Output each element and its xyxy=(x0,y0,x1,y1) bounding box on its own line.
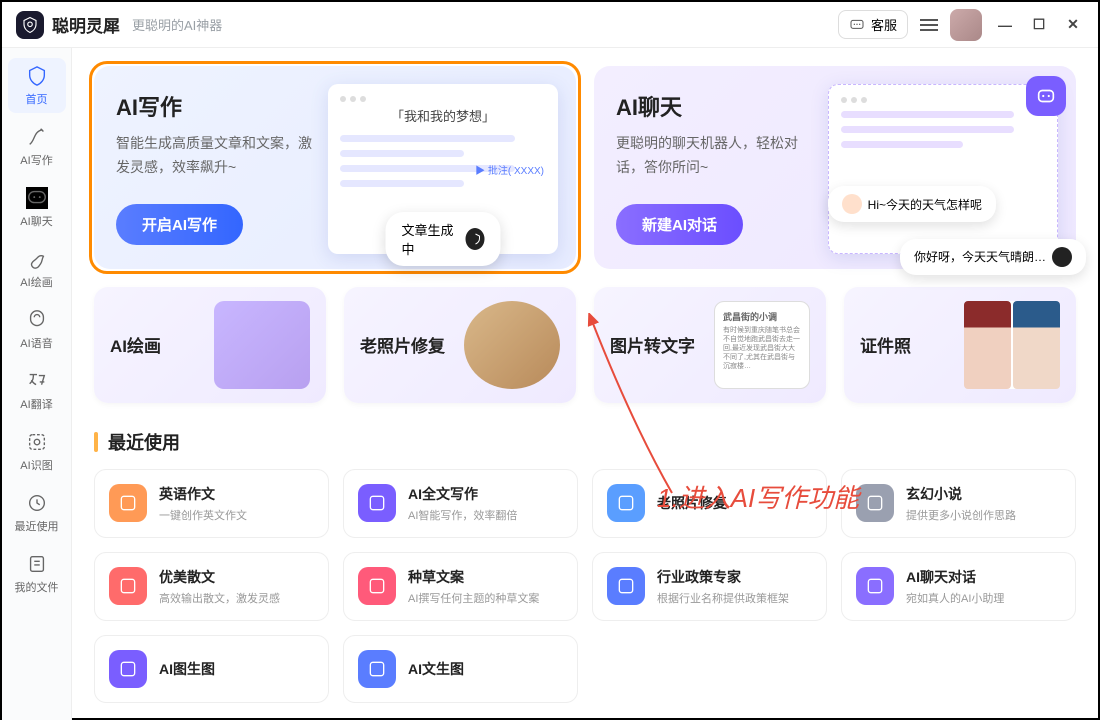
hero-write-title: AI写作 xyxy=(116,90,313,122)
recent-novel[interactable]: 玄幻小说提供更多小说创作思路 xyxy=(841,469,1076,538)
ocr-icon xyxy=(25,430,49,454)
chat-preview-window xyxy=(828,84,1058,254)
sidebar-item-files[interactable]: 我的文件 xyxy=(8,546,66,601)
sidebar-item-chat[interactable]: AI聊天 xyxy=(8,180,66,235)
feature-row: AI绘画老照片修复图片转文字武昌街的小调有时候到重庆随笔书总会不自觉地跑武昌街去… xyxy=(94,287,1076,403)
sidebar-item-home[interactable]: 首页 xyxy=(8,58,66,113)
photo-thumb xyxy=(464,301,560,389)
new-chat-button[interactable]: 新建AI对话 xyxy=(616,204,743,245)
recent-img2img[interactable]: AI图生图 xyxy=(94,635,329,703)
app-name: 聪明灵犀 xyxy=(52,12,120,37)
paint-icon xyxy=(25,247,49,271)
recent-prose[interactable]: 优美散文高效输出散文，激发灵感 xyxy=(94,552,329,621)
chat-bubble-user: Hi~今天的天气怎样呢 xyxy=(828,186,996,222)
recent-icon xyxy=(607,567,645,605)
recent-icon xyxy=(856,567,894,605)
ocr-thumb: 武昌街的小调有时候到重庆随笔书总会不自觉地跑武昌街去走一回,最近发现武昌街大大不… xyxy=(714,301,810,389)
sidebar-item-translate[interactable]: AI翻译 xyxy=(8,363,66,418)
recent-full[interactable]: AI全文写作AI智能写作，效率翻倍 xyxy=(343,469,578,538)
title-bar: 聪明灵犀 更聪明的AI神器 客服 — ☐ ✕ xyxy=(2,2,1098,48)
recent-icon xyxy=(109,567,147,605)
hero-write-desc: 智能生成高质量文章和文案，激发灵感，效率飙升~ xyxy=(116,132,313,180)
chat-bubble-ai: 你好呀，今天天气晴朗… xyxy=(900,239,1086,275)
home-icon xyxy=(25,64,49,88)
close-button[interactable]: ✕ xyxy=(1062,14,1084,36)
main-content: AI写作 智能生成高质量文章和文案，激发灵感，效率飙升~ 开启AI写作 AI 「… xyxy=(72,48,1098,720)
sidebar-item-recent[interactable]: 最近使用 xyxy=(8,485,66,540)
recent-icon xyxy=(25,491,49,515)
maximize-button[interactable]: ☐ xyxy=(1028,14,1050,36)
feature-idphoto[interactable]: 证件照 xyxy=(844,287,1076,403)
feature-ocr[interactable]: 图片转文字武昌街的小调有时候到重庆随笔书总会不自觉地跑武昌街去走一回,最近发现武… xyxy=(594,287,826,403)
app-tagline: 更聪明的AI神器 xyxy=(132,15,222,34)
write-icon xyxy=(25,125,49,149)
avatar[interactable] xyxy=(950,9,982,41)
sidebar: 首页 AI写作 AI聊天 AI绘画 AI语音 AI翻译 AI识图最近使用我的文件 xyxy=(2,48,72,720)
hero-chat-title: AI聊天 xyxy=(616,90,813,122)
support-button[interactable]: 客服 xyxy=(838,10,908,39)
sidebar-item-write[interactable]: AI写作 xyxy=(8,119,66,174)
recent-eng[interactable]: 英语作文一键创作英文作文 xyxy=(94,469,329,538)
header-actions: 客服 — ☐ ✕ xyxy=(838,9,1084,41)
recent-icon xyxy=(109,650,147,688)
recent-icon xyxy=(358,567,396,605)
recent-txt2img[interactable]: AI文生图 xyxy=(343,635,578,703)
recent-old[interactable]: 老照片修复 xyxy=(592,469,827,538)
hero-ai-write[interactable]: AI写作 智能生成高质量文章和文案，激发灵感，效率飙升~ 开启AI写作 AI 「… xyxy=(94,66,576,269)
recent-icon xyxy=(358,650,396,688)
start-ai-write-button[interactable]: 开启AI写作 xyxy=(116,204,243,245)
hero-chat-desc: 更聪明的聊天机器人，轻松对话，答你所问~ xyxy=(616,132,813,180)
chat-icon xyxy=(25,186,49,210)
recent-icon xyxy=(856,484,894,522)
chat-bot-icon xyxy=(1026,76,1066,116)
id-thumb xyxy=(964,301,1060,389)
recent-grid: 英语作文一键创作英文作文AI全文写作AI智能写作，效率翻倍老照片修复玄幻小说提供… xyxy=(94,469,1076,703)
translate-icon xyxy=(25,369,49,393)
recent-section-header: 最近使用 xyxy=(94,429,1076,455)
chat-icon xyxy=(849,17,865,33)
recent-icon xyxy=(109,484,147,522)
logo-icon xyxy=(16,11,44,39)
sidebar-item-paint[interactable]: AI绘画 xyxy=(8,241,66,296)
app-logo: 聪明灵犀 xyxy=(16,11,120,39)
files-icon xyxy=(25,552,49,576)
recent-icon xyxy=(607,484,645,522)
hero-ai-chat[interactable]: AI聊天 更聪明的聊天机器人，轻松对话，答你所问~ 新建AI对话 Hi~今天的天… xyxy=(594,66,1076,269)
recent-policy[interactable]: 行业政策专家根据行业名称提供政策框架 xyxy=(592,552,827,621)
paint-thumb xyxy=(214,301,310,389)
menu-icon[interactable] xyxy=(920,19,938,31)
write-preview-window: 「我和我的梦想」 ▶ 批注( XXXX) 文章生成中 xyxy=(328,84,558,254)
minimize-button[interactable]: — xyxy=(994,14,1016,36)
voice-icon xyxy=(25,308,49,332)
recent-grass[interactable]: 种草文案AI撰写任何主题的种草文案 xyxy=(343,552,578,621)
feature-restore[interactable]: 老照片修复 xyxy=(344,287,576,403)
recent-dlg[interactable]: AI聊天对话宛如真人的AI小助理 xyxy=(841,552,1076,621)
recent-icon xyxy=(358,484,396,522)
sidebar-item-voice[interactable]: AI语音 xyxy=(8,302,66,357)
sidebar-item-ocr[interactable]: AI识图 xyxy=(8,424,66,479)
generating-chip: 文章生成中 xyxy=(386,212,501,266)
feature-paint[interactable]: AI绘画 xyxy=(94,287,326,403)
